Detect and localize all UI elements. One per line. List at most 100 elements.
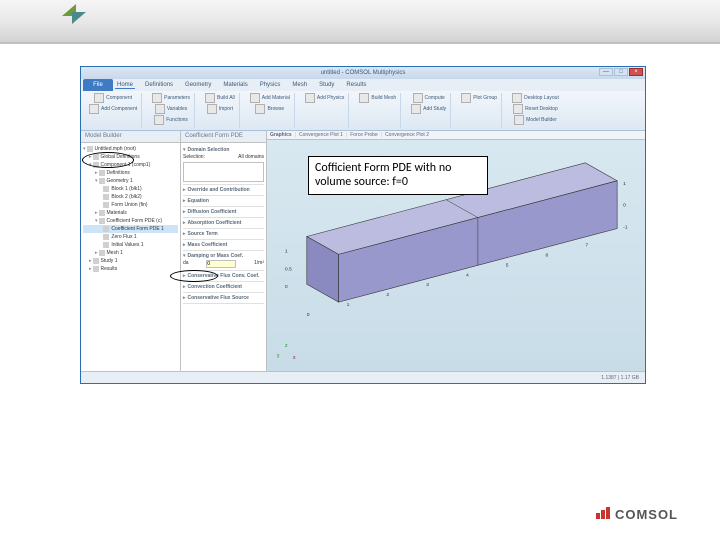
svg-text:1: 1 [623, 181, 626, 187]
expand-icon[interactable] [101, 202, 102, 208]
ribbon-button[interactable]: Functions [154, 115, 188, 125]
graphics-tab[interactable]: Convergence Plot 2 [385, 132, 429, 138]
section-header[interactable]: ▸Convection Coefficient [183, 284, 264, 290]
graphics-tab[interactable]: Convergence Plot 1 [299, 132, 343, 138]
ribbon-tab-home[interactable]: Home [115, 82, 135, 89]
section-header[interactable]: ▸Conservative Flux Source [183, 295, 264, 301]
tree-item[interactable]: ▾Component 1 (comp1) [83, 161, 178, 169]
expand-icon[interactable]: ▸ [95, 210, 98, 216]
tree-item[interactable]: ▾Untitled.mph (root) [83, 145, 178, 153]
expand-icon[interactable]: ▸ [89, 266, 92, 272]
ribbon-tab-definitions[interactable]: Definitions [143, 82, 175, 88]
section-header[interactable]: ▾Domain Selection [183, 147, 264, 153]
ribbon: ComponentAdd Component Parameters Variable… [81, 91, 645, 131]
expand-icon[interactable]: ▸ [95, 250, 98, 256]
tree-item[interactable]: ▸ Mesh 1 [83, 249, 178, 257]
ribbon-icon [513, 104, 523, 114]
ribbon-button[interactable]: Parameters [152, 93, 190, 103]
tree-item[interactable]: ▸ Definitions [83, 169, 178, 177]
ribbon-icon [207, 104, 217, 114]
expand-icon[interactable] [101, 194, 102, 200]
tree-item[interactable]: ▸Materials [83, 209, 178, 217]
settings-panel: Coefficient Form PDE ▾Domain SelectionSe… [181, 131, 267, 371]
tree-item[interactable]: Coefficient Form PDE 1 [83, 225, 178, 233]
ribbon-button-label: Parameters [164, 95, 190, 101]
expand-icon[interactable]: ▾ [95, 218, 98, 224]
tree-item[interactable]: ▸Global Definitions [83, 153, 178, 161]
ribbon-tab-materials[interactable]: Materials [221, 82, 249, 88]
file-menu[interactable]: File [83, 79, 113, 91]
section-header[interactable]: ▸Source Term [183, 231, 264, 237]
settings-section: ▸Conservative Flux Source [183, 293, 264, 304]
svg-text:1: 1 [347, 302, 350, 308]
ribbon-tab-geometry[interactable]: Geometry [183, 82, 213, 88]
tree-item[interactable]: ▸Results [83, 265, 178, 273]
settings-section: ▸Diffusion Coefficient [183, 207, 264, 218]
ribbon-button-label: Compute [425, 95, 445, 101]
ribbon-button[interactable]: Add Component [89, 104, 137, 114]
section-header[interactable]: ▾Damping or Mass Coef. [183, 253, 264, 259]
section-header[interactable]: ▸Diffusion Coefficient [183, 209, 264, 215]
section-header[interactable]: ▸Conservative Flux Conv. Coef. [183, 273, 264, 279]
ribbon-button[interactable]: Add Material [250, 93, 290, 103]
ribbon-tab-mesh[interactable]: Mesh [290, 82, 309, 88]
ribbon-button[interactable]: Component [94, 93, 132, 103]
tree-item[interactable]: ▾Coefficient Form PDE (c) [83, 217, 178, 225]
expand-icon[interactable]: ▸ [95, 170, 98, 176]
tree-item[interactable]: Block 1 (blk1) [83, 185, 178, 193]
comsol-logo: COMSOL [596, 507, 678, 522]
tree-item[interactable]: ▸Study 1 [83, 257, 178, 265]
ribbon-tab-physics[interactable]: Physics [258, 82, 283, 88]
graphics-tab[interactable]: Force Probe [350, 132, 378, 138]
ribbon-button[interactable]: Compute [413, 93, 445, 103]
expand-icon[interactable] [101, 242, 102, 248]
expand-icon[interactable]: ▸ [89, 154, 92, 160]
expand-icon[interactable]: ▾ [89, 162, 92, 168]
settings-section: ▸Equation [183, 196, 264, 207]
ribbon-button[interactable]: Plot Group [461, 93, 497, 103]
tree-item[interactable]: Zero Flux 1 [83, 233, 178, 241]
expand-icon[interactable] [101, 186, 102, 192]
graphics-tab[interactable]: Graphics [270, 132, 292, 138]
expand-icon[interactable] [101, 234, 102, 240]
tree-item[interactable]: ▾Geometry 1 [83, 177, 178, 185]
minimize-button[interactable]: — [599, 68, 613, 76]
axis-z-label: z [285, 343, 288, 349]
selection-value[interactable]: All domains [238, 154, 264, 160]
ribbon-button[interactable]: Add Study [411, 104, 446, 114]
ribbon-button[interactable]: Reset Desktop [513, 104, 558, 114]
section-header[interactable]: ▸Mass Coefficient [183, 242, 264, 248]
ribbon-button[interactable]: Build All [205, 93, 235, 103]
section-header[interactable]: ▸Equation [183, 198, 264, 204]
ribbon-button[interactable]: Model Builder [514, 115, 557, 125]
ribbon-button-label: Desktop Layout [524, 95, 559, 101]
tree-label: Definitions [107, 170, 130, 176]
ribbon-button[interactable]: Browse [255, 104, 284, 114]
ribbon-button[interactable]: Add Physics [305, 93, 345, 103]
ribbon-tab-results[interactable]: Results [344, 82, 368, 88]
axis-x-label: x [293, 355, 296, 361]
maximize-button[interactable]: □ [614, 68, 628, 76]
ribbon-button[interactable]: Desktop Layout [512, 93, 559, 103]
expand-icon[interactable]: ▸ [89, 258, 92, 264]
expand-icon[interactable]: ▾ [83, 146, 86, 152]
tree-label: Mesh 1 [107, 250, 123, 256]
section-header[interactable]: ▸Absorption Coefficient [183, 220, 264, 226]
tree-item[interactable]: Initial Values 1 [83, 241, 178, 249]
ribbon-button[interactable]: Import [207, 104, 233, 114]
section-header[interactable]: ▸Override and Contribution [183, 187, 264, 193]
expand-icon[interactable]: ▾ [95, 178, 98, 184]
ribbon-tab-study[interactable]: Study [317, 82, 336, 88]
tree-item[interactable]: Block 2 (blk2) [83, 193, 178, 201]
model-tree[interactable]: ▾Untitled.mph (root)▸Global Definitions▾… [81, 143, 180, 371]
ribbon-tabs: Home Definitions Geometry Materials Physics M… [115, 79, 643, 91]
tree-item[interactable]: Form Union (fin) [83, 201, 178, 209]
ribbon-button-label: Browse [267, 106, 284, 112]
da-input[interactable] [206, 260, 236, 268]
selection-list[interactable] [183, 162, 264, 182]
expand-icon[interactable] [101, 226, 102, 232]
close-button[interactable]: × [629, 68, 643, 76]
ribbon-button[interactable]: Build Mesh [359, 93, 396, 103]
ribbon-button[interactable]: Variables [155, 104, 187, 114]
ribbon-button-label: Add Study [423, 106, 446, 112]
